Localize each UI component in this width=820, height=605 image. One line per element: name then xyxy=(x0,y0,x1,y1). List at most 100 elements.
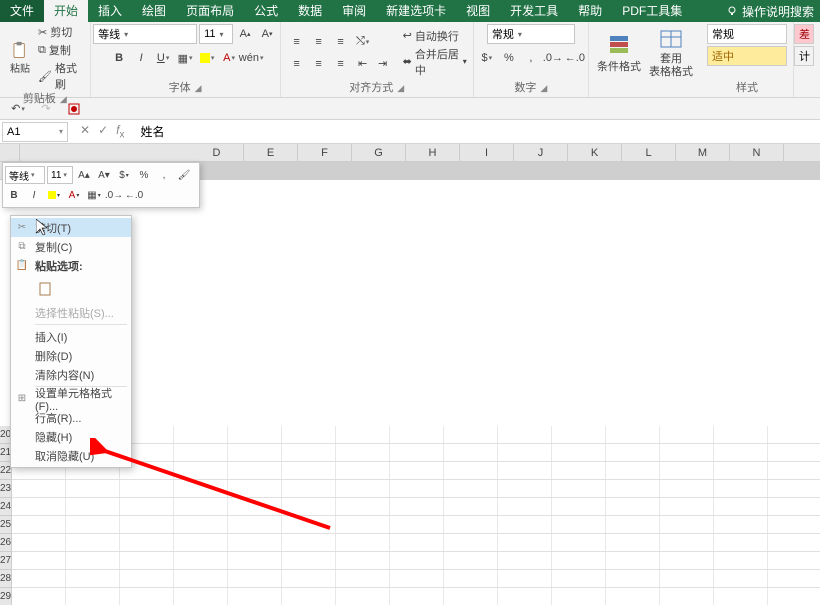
cell[interactable] xyxy=(552,444,606,461)
mini-border[interactable]: ▦ xyxy=(85,186,103,204)
cell[interactable] xyxy=(282,570,336,587)
cell[interactable] xyxy=(282,516,336,533)
cell[interactable] xyxy=(444,444,498,461)
cell[interactable] xyxy=(174,444,228,461)
cell[interactable] xyxy=(66,552,120,569)
cell[interactable] xyxy=(12,534,66,551)
font-launcher[interactable]: ◢ xyxy=(195,83,202,93)
ctx-hide[interactable]: 隐藏(H) xyxy=(11,427,131,446)
cell[interactable] xyxy=(282,588,336,605)
row-header[interactable]: 23 xyxy=(0,480,12,498)
font-size-combo[interactable]: 11 xyxy=(199,24,233,44)
cell[interactable] xyxy=(174,552,228,569)
cell[interactable] xyxy=(390,570,444,587)
name-box[interactable]: A1 xyxy=(2,122,68,142)
cell[interactable] xyxy=(390,534,444,551)
align-middle-button[interactable]: ≡ xyxy=(309,32,329,52)
cell[interactable] xyxy=(606,480,660,497)
cell[interactable] xyxy=(120,534,174,551)
increase-indent-button[interactable]: ⇥ xyxy=(373,54,393,74)
cell[interactable] xyxy=(390,498,444,515)
column-header[interactable]: F xyxy=(298,144,352,161)
conditional-format-button[interactable]: 条件格式 xyxy=(595,32,643,74)
cell[interactable] xyxy=(498,426,552,443)
wrap-text-button[interactable]: ↩自动换行 xyxy=(403,28,467,44)
align-right-button[interactable]: ≡ xyxy=(331,54,351,74)
style-bad[interactable]: 差 xyxy=(794,24,814,44)
row-header[interactable]: 29 xyxy=(0,588,12,605)
cell[interactable] xyxy=(606,462,660,479)
mini-fill-color[interactable] xyxy=(45,186,63,204)
cell[interactable] xyxy=(444,480,498,497)
cell[interactable] xyxy=(390,588,444,605)
cell[interactable] xyxy=(714,516,768,533)
cell[interactable] xyxy=(336,444,390,461)
mini-comma[interactable]: , xyxy=(155,166,173,184)
cell[interactable] xyxy=(768,516,820,533)
tab-draw[interactable]: 绘图 xyxy=(132,0,176,22)
cell[interactable] xyxy=(444,552,498,569)
cut-button[interactable]: ✂剪切 xyxy=(38,24,84,40)
cell[interactable] xyxy=(444,462,498,479)
cell[interactable] xyxy=(120,588,174,605)
tab-data[interactable]: 数据 xyxy=(288,0,332,22)
cell[interactable] xyxy=(552,552,606,569)
style-normal[interactable]: 常规 xyxy=(707,24,787,44)
cell[interactable] xyxy=(768,462,820,479)
mini-font-combo[interactable]: 等线 xyxy=(5,166,45,184)
cell[interactable] xyxy=(714,534,768,551)
cell[interactable] xyxy=(282,480,336,497)
cell[interactable] xyxy=(660,444,714,461)
cell[interactable] xyxy=(120,516,174,533)
cell[interactable] xyxy=(606,426,660,443)
cell[interactable] xyxy=(228,534,282,551)
mini-inc-decimal[interactable]: .0→ xyxy=(105,186,123,204)
cell[interactable] xyxy=(498,516,552,533)
column-header[interactable]: G xyxy=(352,144,406,161)
table-row[interactable]: 23 xyxy=(0,480,820,498)
cell[interactable] xyxy=(336,480,390,497)
cell[interactable] xyxy=(228,588,282,605)
tab-newtab[interactable]: 新建选项卡 xyxy=(376,0,456,22)
cell[interactable] xyxy=(498,462,552,479)
cell[interactable] xyxy=(228,516,282,533)
cell[interactable] xyxy=(444,570,498,587)
merge-center-button[interactable]: ⬌合并后居中▾ xyxy=(403,46,467,78)
cell[interactable] xyxy=(174,570,228,587)
decrease-font-button[interactable]: A▾ xyxy=(257,24,277,44)
cell[interactable] xyxy=(498,480,552,497)
mini-size-combo[interactable]: 11 xyxy=(47,166,73,184)
phonetic-button[interactable]: wén xyxy=(241,48,261,68)
mini-accounting[interactable]: $ xyxy=(115,166,133,184)
cell[interactable] xyxy=(66,534,120,551)
format-as-table-button[interactable]: 套用 表格格式 xyxy=(647,27,695,77)
cell[interactable] xyxy=(336,588,390,605)
cell[interactable] xyxy=(768,570,820,587)
border-button[interactable]: ▦ xyxy=(175,48,195,68)
cell[interactable] xyxy=(12,552,66,569)
cell[interactable] xyxy=(768,498,820,515)
cell[interactable] xyxy=(120,552,174,569)
tab-dev[interactable]: 开发工具 xyxy=(500,0,568,22)
cell[interactable] xyxy=(174,588,228,605)
cell[interactable] xyxy=(606,534,660,551)
cell[interactable] xyxy=(768,480,820,497)
cell[interactable] xyxy=(606,552,660,569)
cell[interactable] xyxy=(552,534,606,551)
cell[interactable] xyxy=(66,516,120,533)
cell[interactable] xyxy=(660,426,714,443)
tab-file[interactable]: 文件 xyxy=(0,0,44,22)
ctx-copy[interactable]: ⧉复制(C) xyxy=(11,237,131,256)
align-launcher[interactable]: ◢ xyxy=(397,83,404,93)
row-header[interactable]: 26 xyxy=(0,534,12,552)
cell[interactable] xyxy=(336,534,390,551)
mini-dec-decimal[interactable]: ←.0 xyxy=(125,186,143,204)
ctx-cut[interactable]: ✂剪切(T) xyxy=(11,218,131,237)
cell[interactable] xyxy=(390,552,444,569)
cell[interactable] xyxy=(498,534,552,551)
cell[interactable] xyxy=(552,516,606,533)
cell[interactable] xyxy=(390,516,444,533)
column-header[interactable]: J xyxy=(514,144,568,161)
row-header[interactable]: 27 xyxy=(0,552,12,570)
accounting-format-button[interactable]: $ xyxy=(477,48,497,68)
